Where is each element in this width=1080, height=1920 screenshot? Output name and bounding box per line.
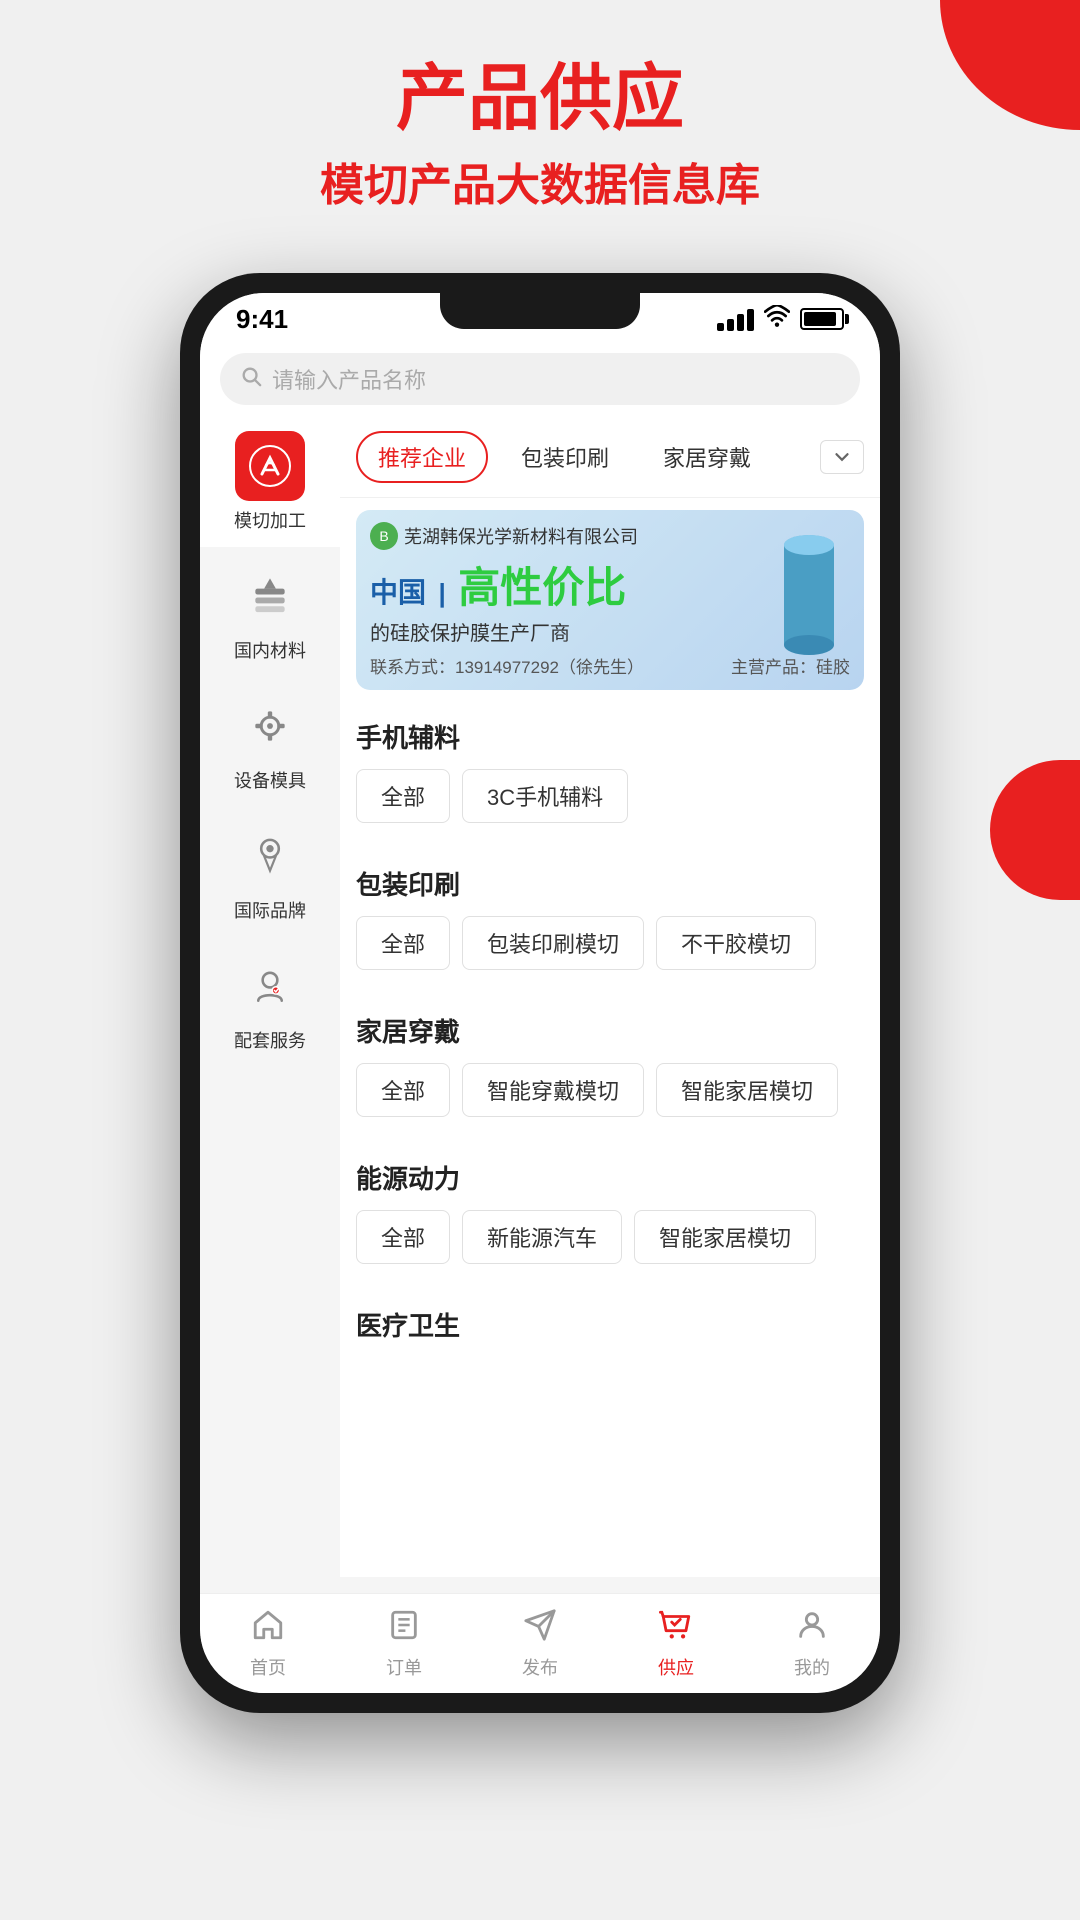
profile-icon bbox=[795, 1608, 829, 1650]
content-area: 推荐企业 包装印刷 家居穿戴 B 芜湖韩保光学新材料有限 bbox=[340, 417, 880, 1577]
nav-item-publish[interactable]: 发布 bbox=[472, 1608, 608, 1680]
main-content: 模切加工 国内材料 bbox=[200, 417, 880, 1577]
status-icons bbox=[717, 305, 844, 333]
signal-icon bbox=[717, 307, 754, 331]
category-tag[interactable]: 全部 bbox=[356, 1210, 450, 1264]
sidebar-label-material: 国内材料 bbox=[234, 637, 306, 663]
sidebar-label-moquie: 模切加工 bbox=[234, 507, 306, 533]
phone-screen: 9:41 bbox=[200, 293, 880, 1693]
sidebar-icon-moquie bbox=[235, 431, 305, 501]
category-tag[interactable]: 3C手机辅料 bbox=[462, 769, 628, 823]
sidebar-label-equipment: 设备模具 bbox=[234, 767, 306, 793]
supply-icon bbox=[659, 1608, 693, 1650]
banner-main-text: 中国 | 高性价比 的硅胶保护膜生产厂商 bbox=[370, 554, 626, 646]
filter-tab-home[interactable]: 家居穿戴 bbox=[642, 432, 772, 482]
category-tags-phone: 全部 3C手机辅料 bbox=[356, 769, 864, 823]
nav-label-home: 首页 bbox=[250, 1654, 286, 1680]
home-icon bbox=[251, 1608, 285, 1650]
category-tag[interactable]: 包装印刷模切 bbox=[462, 916, 644, 970]
search-bar[interactable]: 请输入产品名称 bbox=[220, 353, 860, 405]
filter-tabs: 推荐企业 包装印刷 家居穿戴 bbox=[340, 417, 880, 498]
search-icon bbox=[240, 365, 262, 393]
category-section-home: 家居穿戴 全部 智能穿戴模切 智能家居模切 bbox=[340, 996, 880, 1133]
sidebar-label-brand: 国际品牌 bbox=[234, 897, 306, 923]
category-section-phone: 手机辅料 全部 3C手机辅料 bbox=[340, 702, 880, 839]
category-tag[interactable]: 全部 bbox=[356, 916, 450, 970]
category-section-medical: 医疗卫生 bbox=[340, 1290, 880, 1373]
status-time: 9:41 bbox=[236, 304, 288, 335]
category-tags-energy: 全部 新能源汽车 智能家居模切 bbox=[356, 1210, 864, 1264]
category-tag[interactable]: 智能家居模切 bbox=[634, 1210, 816, 1264]
page-subtitle: 模切产品大数据信息库 bbox=[0, 149, 1080, 213]
nav-item-order[interactable]: 订单 bbox=[336, 1608, 472, 1680]
nav-item-supply[interactable]: 供应 bbox=[608, 1608, 744, 1680]
banner-cylinder-image bbox=[774, 530, 844, 650]
phone-mockup: 9:41 bbox=[0, 273, 1080, 1713]
category-section-packaging: 包装印刷 全部 包装印刷模切 不干胶模切 bbox=[340, 849, 880, 986]
banner-contact: 联系方式：13914977292（徐先生） bbox=[370, 653, 644, 678]
sidebar-label-service: 配套服务 bbox=[234, 1027, 306, 1053]
filter-dropdown-button[interactable] bbox=[820, 440, 864, 474]
category-tag[interactable]: 新能源汽车 bbox=[462, 1210, 622, 1264]
sidebar-item-service[interactable]: 配套服务 bbox=[200, 937, 340, 1067]
category-tag[interactable]: 全部 bbox=[356, 769, 450, 823]
order-icon bbox=[387, 1608, 421, 1650]
category-title-medical: 医疗卫生 bbox=[356, 1306, 864, 1343]
publish-icon bbox=[523, 1608, 557, 1650]
filter-tab-recommended[interactable]: 推荐企业 bbox=[356, 431, 488, 483]
sidebar: 模切加工 国内材料 bbox=[200, 417, 340, 1577]
banner-company-name: B 芜湖韩保光学新材料有限公司 bbox=[370, 522, 638, 550]
header-section: 产品供应 模切产品大数据信息库 bbox=[0, 0, 1080, 253]
sidebar-icon-brand bbox=[235, 821, 305, 891]
banner-sub-text: 的硅胶保护膜生产厂商 bbox=[370, 617, 626, 646]
nav-label-supply: 供应 bbox=[658, 1654, 694, 1680]
nav-label-profile: 我的 bbox=[794, 1654, 830, 1680]
sidebar-icon-material bbox=[235, 561, 305, 631]
bottom-nav: 首页 订单 bbox=[200, 1593, 880, 1693]
category-tag[interactable]: 全部 bbox=[356, 1063, 450, 1117]
banner-highlight-text: 高性价比 bbox=[458, 564, 626, 611]
category-title-energy: 能源动力 bbox=[356, 1159, 864, 1196]
category-tags-packaging: 全部 包装印刷模切 不干胶模切 bbox=[356, 916, 864, 970]
nav-item-profile[interactable]: 我的 bbox=[744, 1608, 880, 1680]
wifi-icon bbox=[764, 305, 790, 333]
category-title-packaging: 包装印刷 bbox=[356, 865, 864, 902]
category-title-home: 家居穿戴 bbox=[356, 1012, 864, 1049]
category-tag[interactable]: 不干胶模切 bbox=[656, 916, 816, 970]
sidebar-item-brand[interactable]: 国际品牌 bbox=[200, 807, 340, 937]
category-tags-home: 全部 智能穿戴模切 智能家居模切 bbox=[356, 1063, 864, 1117]
nav-item-home[interactable]: 首页 bbox=[200, 1608, 336, 1680]
banner-china-label: 中国 bbox=[370, 577, 426, 608]
search-placeholder-text: 请输入产品名称 bbox=[272, 363, 426, 395]
nav-label-publish: 发布 bbox=[522, 1654, 558, 1680]
nav-label-order: 订单 bbox=[386, 1654, 422, 1680]
banner-company-icon: B bbox=[370, 522, 398, 550]
search-container: 请输入产品名称 bbox=[200, 341, 880, 417]
banner-ad[interactable]: B 芜湖韩保光学新材料有限公司 中国 | 高性价比 的硅胶保护膜生产厂商 联系方… bbox=[356, 510, 864, 690]
battery-icon bbox=[800, 308, 844, 330]
phone-frame: 9:41 bbox=[180, 273, 900, 1713]
category-title-phone: 手机辅料 bbox=[356, 718, 864, 755]
sidebar-icon-equipment bbox=[235, 691, 305, 761]
category-tag[interactable]: 智能穿戴模切 bbox=[462, 1063, 644, 1117]
page-title: 产品供应 bbox=[0, 60, 1080, 139]
category-tag[interactable]: 智能家居模切 bbox=[656, 1063, 838, 1117]
filter-tab-packaging[interactable]: 包装印刷 bbox=[500, 432, 630, 482]
sidebar-item-moquie[interactable]: 模切加工 bbox=[200, 417, 340, 547]
category-section-energy: 能源动力 全部 新能源汽车 智能家居模切 bbox=[340, 1143, 880, 1280]
phone-notch bbox=[440, 293, 640, 329]
sidebar-item-equipment[interactable]: 设备模具 bbox=[200, 677, 340, 807]
sidebar-item-material[interactable]: 国内材料 bbox=[200, 547, 340, 677]
sidebar-icon-service bbox=[235, 951, 305, 1021]
